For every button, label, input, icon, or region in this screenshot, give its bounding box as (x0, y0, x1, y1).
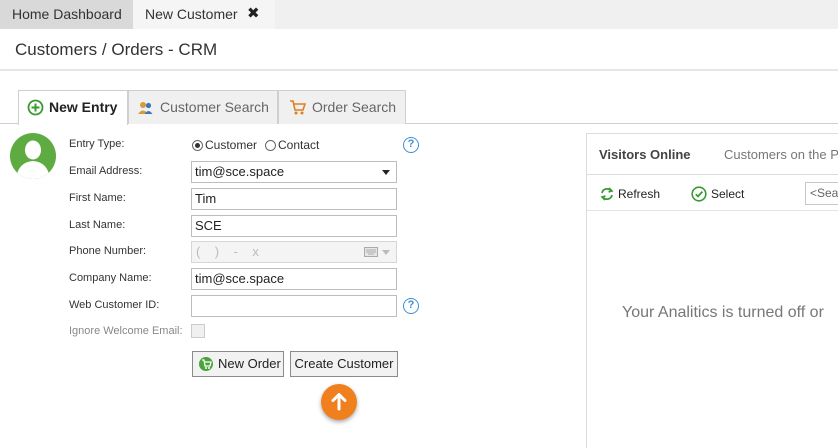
create-customer-button[interactable]: Create Customer (290, 351, 398, 377)
company-field[interactable]: tim@sce.space (191, 268, 397, 290)
keyboard-icon (364, 247, 378, 257)
entry-type-contact-radio[interactable] (265, 140, 276, 151)
tab-customer-search-label: Customer Search (160, 99, 269, 115)
select-label: Select (711, 187, 745, 201)
arrow-up-icon (331, 393, 347, 411)
web-customer-id-label: Web Customer ID: (69, 299, 160, 311)
analytics-off-message: Your Analitics is turned off or (622, 304, 824, 321)
email-dropdown[interactable]: tim@sce.space (191, 161, 397, 183)
panel-subtitle[interactable]: Customers on the P (724, 147, 838, 162)
tab-home-dashboard-label: Home Dashboard (12, 6, 122, 22)
phone-field[interactable]: ( ) - x (191, 241, 397, 263)
check-circle-icon (691, 186, 707, 202)
entry-type-customer-radio[interactable] (192, 140, 203, 151)
tab-home-dashboard[interactable]: Home Dashboard (0, 0, 133, 29)
new-order-icon (199, 357, 213, 371)
phone-label: Phone Number: (69, 245, 147, 257)
last-name-field[interactable]: SCE (191, 215, 397, 237)
cart-icon (290, 100, 306, 115)
new-order-label: New Order (218, 356, 281, 371)
new-order-button[interactable]: New Order (192, 351, 284, 377)
avatar (10, 133, 56, 179)
tab-customer-search[interactable]: Customer Search (128, 90, 278, 124)
people-icon (138, 102, 153, 114)
help-icon[interactable]: ? (403, 137, 419, 153)
refresh-icon (600, 187, 614, 201)
tab-order-search[interactable]: Order Search (278, 90, 406, 124)
email-label: Email Address: (69, 165, 143, 177)
visitor-search-input[interactable]: <Sea (805, 182, 838, 205)
chevron-down-icon (382, 250, 390, 255)
ignore-welcome-label: Ignore Welcome Email: (69, 325, 183, 337)
toolbar-divider (587, 210, 838, 211)
entry-type-label: Entry Type: (69, 138, 125, 150)
last-name-label: Last Name: (69, 219, 126, 231)
phone-mask: ( ) - x (196, 244, 259, 259)
entry-type-customer-label: Customer (205, 138, 258, 152)
tab-order-search-label: Order Search (312, 99, 397, 115)
first-name-label: First Name: (69, 192, 126, 204)
document-tab-bar: Home Dashboard New Customer ✖ (0, 0, 838, 29)
user-icon (16, 140, 50, 179)
company-label: Company Name: (69, 272, 152, 284)
visitors-online-panel: Visitors Online Customers on the P Refre… (586, 133, 838, 448)
panel-title: Visitors Online (599, 147, 691, 162)
tab-new-entry-label: New Entry (49, 99, 118, 115)
panel-header: Visitors Online Customers on the P (587, 134, 838, 175)
chevron-down-icon (382, 170, 390, 175)
close-icon[interactable]: ✖ (247, 0, 260, 28)
first-name-field[interactable]: Tim (191, 188, 397, 210)
tab-new-customer-label: New Customer (145, 6, 238, 22)
tab-new-entry[interactable]: New Entry (18, 90, 128, 125)
web-customer-id-field[interactable] (191, 295, 397, 317)
email-value: tim@sce.space (195, 164, 285, 179)
entry-type-contact-label: Contact (278, 138, 320, 152)
tab-new-customer[interactable]: New Customer ✖ (133, 0, 275, 29)
ignore-welcome-checkbox[interactable] (191, 324, 205, 338)
scroll-top-button[interactable] (321, 384, 357, 420)
refresh-label: Refresh (618, 187, 661, 201)
help-icon[interactable]: ? (403, 298, 419, 314)
page-title: Customers / Orders - CRM (15, 40, 218, 59)
plus-circle-icon (27, 99, 44, 116)
title-divider (0, 69, 838, 71)
